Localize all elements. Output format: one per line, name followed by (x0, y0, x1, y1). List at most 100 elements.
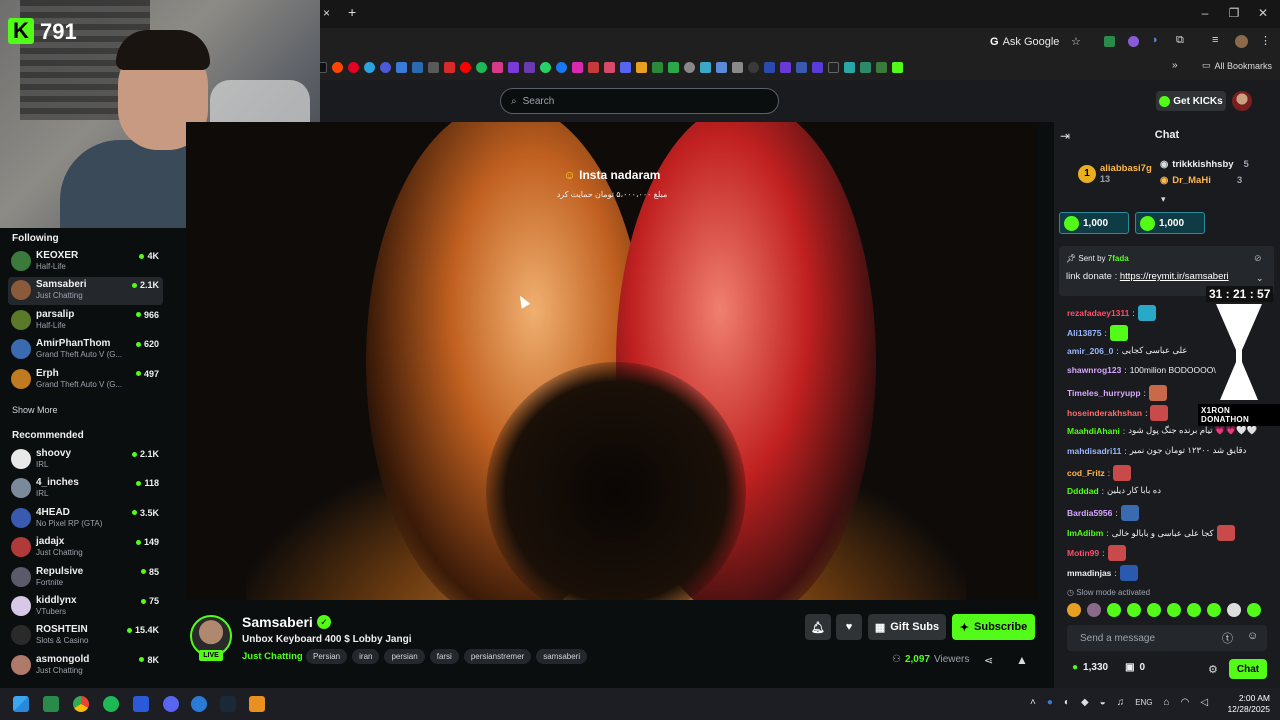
tray-app-icon[interactable]: ◐ (1064, 697, 1070, 708)
new-tab-button[interactable]: + (348, 4, 356, 20)
gear-icon[interactable]: ⚙ (1208, 663, 1218, 676)
tag-chip[interactable]: persianstremer (463, 649, 532, 664)
send-chat-button[interactable]: Chat (1229, 659, 1267, 679)
chevron-down-icon[interactable]: ⌄ (1256, 273, 1264, 284)
stats-app-icon[interactable] (133, 696, 149, 712)
bookmark-icon[interactable] (844, 61, 855, 73)
bookmark-icon[interactable] (444, 61, 455, 73)
share-icon[interactable]: ⋖ (984, 654, 993, 667)
language-indicator[interactable]: ENG (1135, 698, 1152, 707)
star-icon[interactable]: ☆ (1071, 35, 1081, 48)
ask-google-button[interactable]: G Ask Google (990, 33, 1059, 51)
bookmark-icon[interactable] (604, 61, 615, 73)
bookmark-icon[interactable] (412, 61, 423, 73)
spotify-icon[interactable] (103, 696, 119, 712)
tag-chip[interactable]: Persian (306, 649, 348, 664)
profile-avatar[interactable] (1235, 35, 1248, 48)
chat-username[interactable]: cod_Fritz (1067, 468, 1105, 478)
app-icon[interactable] (191, 696, 207, 712)
category-link[interactable]: Just Chatting (242, 651, 303, 662)
bookmark-icon[interactable] (524, 61, 535, 73)
bookmark-icon[interactable] (764, 61, 775, 73)
extension-icon[interactable] (1128, 36, 1139, 47)
translate-icon[interactable]: ⓣ (1222, 630, 1233, 646)
chat-username[interactable]: shawnrog123 (1067, 365, 1121, 375)
tag-chip[interactable]: iran (352, 649, 380, 664)
emote-icon[interactable] (1107, 603, 1121, 617)
taskbar-clock[interactable]: 2:00 AM 12/28/2025 (1222, 693, 1270, 715)
bookmark-icon[interactable] (748, 61, 759, 73)
chat-username[interactable]: MaahdiAhani (1067, 426, 1120, 436)
bookmark-icon[interactable] (668, 61, 679, 73)
avatar[interactable] (1232, 91, 1252, 111)
more-bookmarks-icon[interactable]: » (1172, 60, 1178, 71)
pinned-user[interactable]: 7fada (1108, 254, 1129, 263)
close-window-icon[interactable]: ✕ (1256, 6, 1270, 20)
bookmark-icon[interactable] (396, 61, 407, 73)
sidebar-channel[interactable]: Erph Grand Theft Auto V (G... 497 (8, 366, 163, 394)
bookmark-icon[interactable] (636, 61, 647, 73)
bookmark-icon[interactable] (876, 61, 887, 73)
pinterest-bookmark-icon[interactable] (348, 61, 359, 73)
get-kicks-button[interactable]: Get KICKs (1156, 91, 1226, 111)
puzzle-icon[interactable]: ⧉ (1176, 34, 1184, 47)
bookmark-icon[interactable] (780, 61, 791, 73)
discord-bookmark-icon[interactable] (620, 61, 631, 73)
leaderboard-entry[interactable]: ◉ trikkkishhsby 5 (1160, 159, 1249, 170)
whatsapp-bookmark-icon[interactable] (540, 61, 551, 73)
chat-username[interactable]: mmadinjas (1067, 568, 1111, 578)
chat-username[interactable]: ImAdibm (1067, 528, 1103, 538)
tag-chip[interactable]: farsi (429, 649, 459, 664)
show-more-link[interactable]: Show More (12, 405, 58, 415)
wifi-icon[interactable]: ◠ (1181, 697, 1190, 708)
bookmark-icon[interactable] (828, 61, 839, 73)
youtube-bookmark-icon[interactable] (460, 61, 471, 73)
chat-username[interactable]: mahdisadri11 (1067, 446, 1121, 456)
app-icon[interactable] (249, 696, 265, 712)
facebook-bookmark-icon[interactable] (556, 61, 567, 73)
emote-icon[interactable] (1167, 603, 1181, 617)
leaderboard-entry[interactable]: 1 aliabbasi7g 13 (1078, 163, 1152, 184)
streamer-name[interactable]: Samsaberi (242, 614, 313, 630)
report-icon[interactable]: ▲ (1016, 653, 1028, 667)
emote-icon[interactable] (1067, 603, 1081, 617)
chat-username[interactable]: Ddddad (1067, 486, 1099, 496)
sidebar-channel[interactable]: 4_inches IRL 118 (8, 475, 163, 503)
tray-app-icon[interactable]: ◒ (1100, 697, 1106, 708)
sidebar-channel[interactable]: KEOXER Half-Life 4K (8, 248, 163, 276)
reddit-bookmark-icon[interactable] (332, 61, 343, 73)
search-input[interactable]: ⌕ Search (500, 88, 779, 114)
tag-chip[interactable]: persian (384, 649, 425, 664)
tray-app-icon[interactable]: ● (1047, 697, 1053, 708)
bookmark-icon[interactable] (700, 61, 711, 73)
sidebar-channel[interactable]: 4HEAD No Pixel RP (GTA) 3.5K (8, 505, 163, 533)
instagram-bookmark-icon[interactable] (492, 61, 503, 73)
sidebar-channel[interactable]: parsalip Half-Life 966 (8, 307, 163, 335)
kicks-gift-card[interactable]: 1,000 (1135, 212, 1205, 234)
minimize-icon[interactable]: – (1198, 6, 1212, 20)
emote-icon[interactable] (1207, 603, 1221, 617)
chat-username[interactable]: hoseinderakhshan (1067, 408, 1142, 418)
close-tab-icon[interactable]: × (323, 6, 330, 20)
sidebar-channel[interactable]: Repulsive Fortnite 85 (8, 564, 163, 592)
chat-username[interactable]: Motin99 (1067, 548, 1099, 558)
bookmark-icon[interactable] (572, 61, 583, 73)
chat-username[interactable]: Bardia5956 (1067, 508, 1112, 518)
microphone-icon[interactable]: ♫ (1117, 697, 1125, 708)
menu-icon[interactable]: ⋮ (1260, 34, 1271, 47)
bookmark-icon[interactable] (588, 61, 599, 73)
telegram-bookmark-icon[interactable] (364, 61, 375, 73)
pinned-link[interactable]: https://reymit.ir/samsaberi (1120, 271, 1229, 282)
tag-chip[interactable]: samsaberi (536, 649, 588, 664)
emote-icon[interactable] (1247, 603, 1261, 617)
sidebar-channel[interactable]: jadajx Just Chatting 149 (8, 534, 163, 562)
bookmark-icon[interactable] (732, 61, 743, 73)
spotify-bookmark-icon[interactable] (476, 61, 487, 73)
chart-app-icon[interactable] (43, 696, 59, 712)
bookmark-icon[interactable] (716, 61, 727, 73)
emoji-icon[interactable]: ☺ (1247, 630, 1258, 646)
sidebar-channel[interactable]: ROSHTEIN Slots & Casino 15.4K (8, 622, 163, 650)
downloads-icon[interactable]: ≡ (1212, 34, 1218, 46)
chat-username[interactable]: Ali13875 (1067, 328, 1102, 338)
chat-username[interactable]: rezafadaey1311 (1067, 308, 1129, 318)
